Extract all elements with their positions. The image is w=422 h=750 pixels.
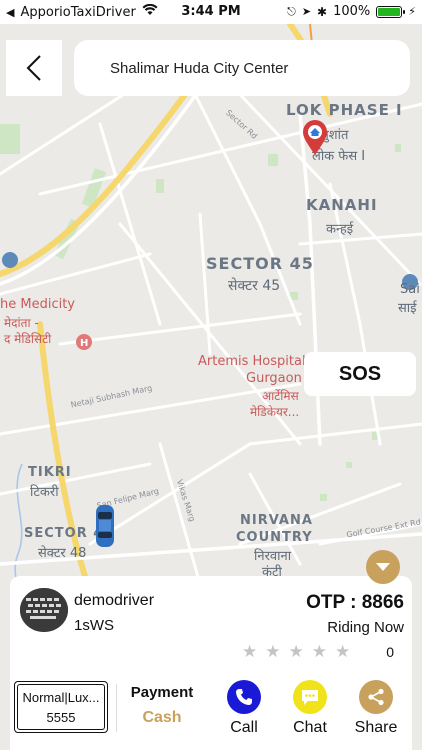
poi-label-artemis-hindi: आर्टेमिस bbox=[262, 389, 299, 403]
star-icon: ★ bbox=[288, 642, 304, 661]
phone-icon bbox=[227, 680, 261, 714]
divider bbox=[116, 684, 117, 732]
charging-icon: ⚡ bbox=[408, 5, 416, 18]
poi-label-medicity: he Medicity bbox=[0, 297, 75, 312]
star-icon: ★ bbox=[311, 642, 327, 661]
collapse-panel-button[interactable] bbox=[366, 550, 400, 584]
star-icon: ★ bbox=[265, 642, 281, 661]
ride-info-card: demodriver 1sWS OTP : 8866 Riding Now ★ … bbox=[10, 576, 412, 750]
chat-label: Chat bbox=[293, 719, 327, 736]
area-label-sector45-hindi: सेक्टर 45 bbox=[228, 278, 281, 294]
call-button[interactable]: Call bbox=[214, 680, 274, 737]
destination-field[interactable]: Shalimar Huda City Center bbox=[74, 40, 410, 96]
driver-name: demodriver bbox=[74, 592, 155, 609]
battery-percent: 100% bbox=[333, 4, 371, 19]
status-bar: ◀ ApporioTaxiDriver 3:44 PM ⎋ ➤ ✱ 100% ⚡ bbox=[0, 0, 422, 24]
area-label-kanahi: KANAHI bbox=[306, 196, 378, 214]
payment-label: Payment bbox=[130, 684, 194, 701]
area-label-sector48-hindi: सेक्टर 48 bbox=[38, 546, 87, 561]
vehicle-number: 1sWS bbox=[74, 617, 115, 634]
service-type: Normal|Lux... bbox=[22, 689, 100, 705]
poi-label-medicity-hindi2: द मेडिसिटी bbox=[4, 332, 52, 346]
ride-status: Riding Now bbox=[327, 619, 404, 636]
area-label-lok-phase: LOK PHASE I bbox=[286, 101, 403, 119]
area-label-kanahi-hindi: कन्हई bbox=[326, 222, 354, 237]
area-label-sai: Sai bbox=[400, 282, 420, 297]
rating-value: 0 bbox=[386, 644, 394, 660]
svg-text:H: H bbox=[80, 338, 88, 349]
chat-button[interactable]: Chat bbox=[280, 680, 340, 737]
area-label-sector45: SECTOR 45 bbox=[206, 254, 314, 273]
service-number: 5555 bbox=[46, 709, 76, 725]
share-icon bbox=[359, 680, 393, 714]
area-label-tikri: TIKRI bbox=[28, 465, 72, 480]
call-label: Call bbox=[230, 719, 258, 736]
star-icon: ★ bbox=[242, 642, 258, 661]
battery-icon bbox=[376, 5, 406, 18]
poi-label-medicity-hindi: मेदांता - bbox=[4, 316, 39, 330]
area-label-nirvana2: COUNTRY bbox=[236, 530, 313, 545]
rotation-lock-icon: ⎋ bbox=[287, 4, 296, 18]
back-button[interactable] bbox=[6, 40, 62, 96]
poi-label-artemis-hindi2: मेडिकेयर... bbox=[250, 405, 300, 419]
area-label-tikri-hindi: टिकरी bbox=[30, 485, 59, 500]
chat-icon bbox=[293, 680, 327, 714]
star-icon: ★ bbox=[335, 642, 351, 661]
area-label-nirvana: NIRVANA bbox=[240, 513, 313, 528]
otp-label: OTP : 8866 bbox=[306, 592, 404, 613]
share-label: Share bbox=[354, 719, 398, 736]
location-icon: ➤ bbox=[301, 5, 312, 18]
rating-stars: ★ ★ ★ ★ ★ bbox=[242, 642, 350, 662]
payment-method: Cash bbox=[142, 709, 182, 726]
sos-button[interactable]: SOS bbox=[304, 352, 416, 396]
service-type-box: Normal|Lux... 5555 bbox=[14, 681, 108, 733]
poi-label-artemis2: Gurgaon bbox=[246, 371, 302, 386]
share-button[interactable]: Share bbox=[346, 680, 406, 737]
poi-label-artemis: Artemis Hospital bbox=[198, 354, 306, 369]
driver-avatar bbox=[20, 588, 68, 632]
bluetooth-icon: ✱ bbox=[317, 4, 328, 19]
battery-fill bbox=[378, 7, 401, 16]
chevron-left-icon bbox=[26, 55, 41, 81]
area-label-sai-hindi: साई bbox=[398, 301, 417, 316]
destination-label: Shalimar Huda City Center bbox=[110, 59, 289, 77]
chevron-down-icon bbox=[376, 563, 390, 571]
